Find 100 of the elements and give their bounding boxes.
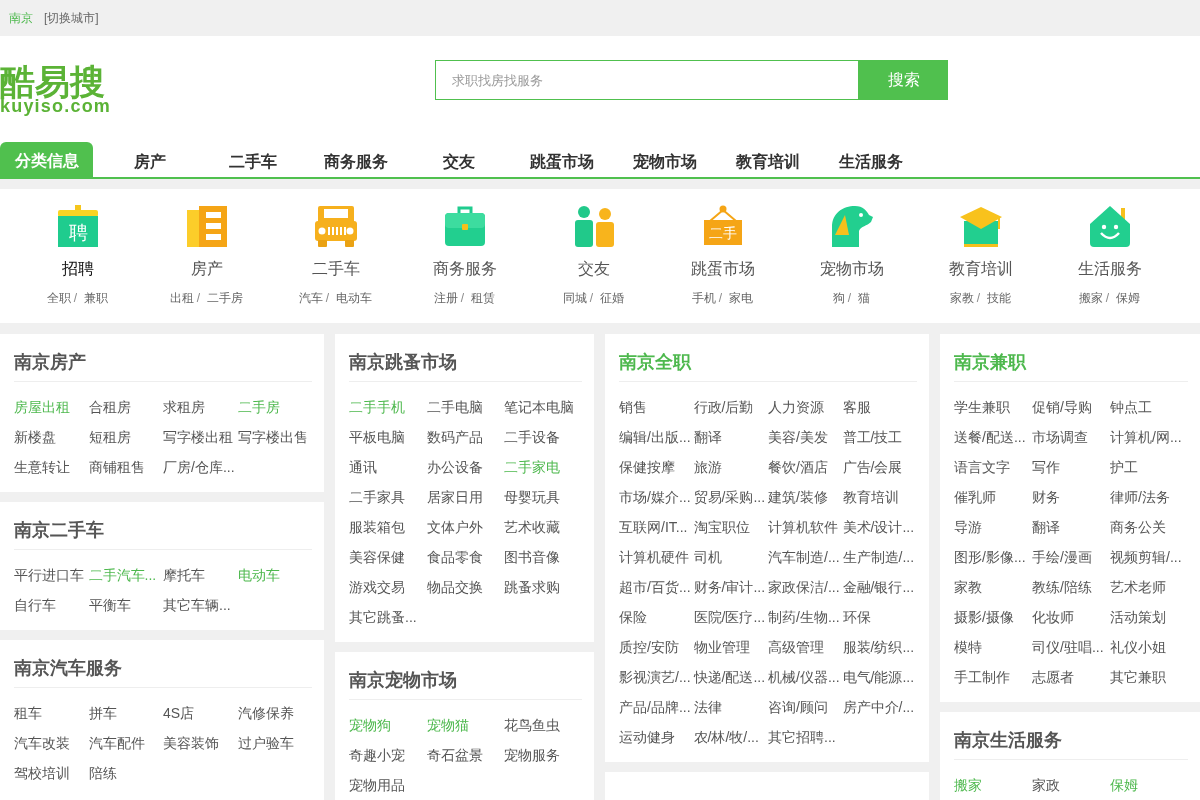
category-link[interactable]: 市场调查 (1032, 429, 1088, 445)
category-link[interactable]: 食品零食 (426, 549, 483, 565)
category-title[interactable]: 跳蛋市场 (690, 258, 755, 280)
category-link[interactable]: 汽车配件 (88, 735, 145, 751)
sub-link[interactable]: 汽车 (298, 289, 323, 307)
category-link[interactable]: 平行进口车 (14, 567, 84, 583)
nav-tab[interactable]: 宠物市场 (613, 142, 716, 177)
category-link[interactable]: 物业管理 (693, 639, 750, 655)
category-link[interactable]: 图形/影像... (954, 549, 1026, 565)
graduation-cap-icon[interactable] (959, 205, 1002, 247)
category-link[interactable]: 艺术收藏 (504, 519, 561, 535)
category-link[interactable]: 律师/法务 (1110, 489, 1170, 505)
category-link[interactable]: 高级管理 (768, 639, 824, 655)
category-title[interactable]: 生活服务 (1077, 258, 1142, 280)
category-link[interactable]: 客服 (842, 399, 871, 415)
nav-tab[interactable]: 商务服务 (304, 142, 407, 177)
category-link[interactable]: 摄影/摄像 (954, 609, 1014, 625)
sub-link[interactable]: 电动车 (336, 289, 373, 307)
category-link[interactable]: 保健按摩 (619, 459, 675, 475)
sub-link[interactable]: 全职 (46, 289, 71, 307)
category-link[interactable]: 写作 (1032, 459, 1060, 475)
category-link[interactable]: 超市/百货... (619, 579, 691, 595)
category-link[interactable]: 农/林/牧/... (693, 729, 759, 745)
sub-link[interactable]: 租赁 (471, 289, 496, 307)
nav-tab[interactable]: 交友 (407, 142, 510, 177)
category-link[interactable]: 手工制作 (954, 669, 1010, 685)
sub-link[interactable]: 同城 (562, 289, 587, 307)
category-link[interactable]: 生产制造/... (842, 549, 915, 565)
sub-link[interactable]: 兼职 (84, 289, 109, 307)
category-link[interactable]: 通讯 (349, 459, 377, 475)
dog-icon[interactable] (830, 205, 873, 247)
category-link[interactable]: 家教 (954, 579, 982, 595)
category-link[interactable]: 宠物服务 (504, 747, 561, 763)
category-link[interactable]: 医院/医疗... (693, 609, 766, 625)
category-link[interactable]: 母婴玩具 (504, 489, 561, 505)
category-link[interactable]: 艺术老师 (1110, 579, 1166, 595)
category-link[interactable]: 贸易/采购... (693, 489, 766, 505)
category-link[interactable]: 求租房 (163, 399, 205, 415)
category-title[interactable]: 二手车 (311, 258, 360, 280)
nav-tab[interactable]: 二手车 (201, 142, 304, 177)
sub-link[interactable]: 二手房 (207, 289, 244, 307)
category-link[interactable]: 市场/媒介... (619, 489, 691, 505)
category-link[interactable]: 编辑/出版... (619, 429, 691, 445)
category-link[interactable]: 居家日用 (426, 489, 483, 505)
category-link[interactable]: 钟点工 (1110, 399, 1152, 415)
category-link[interactable]: 笔记本电脑 (504, 399, 575, 415)
category-title[interactable]: 商务服务 (432, 258, 497, 280)
category-title[interactable]: 房产 (190, 258, 223, 280)
category-link[interactable]: 广告/会展 (842, 459, 903, 475)
category-link[interactable]: 二手电脑 (426, 399, 483, 415)
category-link[interactable]: 自行车 (14, 597, 56, 613)
category-link[interactable]: 运动健身 (619, 729, 675, 745)
category-link[interactable]: 翻译 (1032, 519, 1060, 535)
sub-link[interactable]: 家教 (949, 289, 974, 307)
category-title[interactable]: 招聘 (61, 258, 94, 280)
category-link[interactable]: 陪练 (88, 765, 117, 781)
category-link[interactable]: 平板电脑 (349, 429, 405, 445)
category-link[interactable]: 数码产品 (426, 429, 483, 445)
category-link[interactable]: 房产中介/... (842, 699, 915, 715)
category-link[interactable]: 护工 (1110, 459, 1138, 475)
category-link[interactable]: 视频剪辑/... (1110, 549, 1182, 565)
category-link[interactable]: 奇石盆景 (426, 747, 483, 763)
category-link[interactable]: 快递/配送... (693, 669, 766, 685)
category-link[interactable]: 金融/银行... (842, 579, 915, 595)
category-link[interactable]: 计算机硬件 (619, 549, 689, 565)
category-link[interactable]: 游戏交易 (349, 579, 405, 595)
category-link[interactable]: 生意转让 (14, 459, 70, 475)
category-link[interactable]: 物品交换 (426, 579, 483, 595)
category-link[interactable]: 美术/设计... (842, 519, 915, 535)
category-link[interactable]: 汽修保养 (237, 705, 294, 721)
category-link[interactable]: 其它兼职 (1110, 669, 1166, 685)
category-link[interactable]: 咨询/顾问 (768, 699, 828, 715)
category-link[interactable]: 汽车改装 (14, 735, 70, 751)
sub-link[interactable]: 猫 (858, 289, 871, 307)
category-link[interactable]: 学生兼职 (954, 399, 1010, 415)
category-link[interactable]: 模特 (954, 639, 982, 655)
category-link[interactable]: 租车 (14, 705, 42, 721)
category-link[interactable]: 文体户外 (426, 519, 483, 535)
category-link[interactable]: 奇趣小宠 (349, 747, 405, 763)
category-link[interactable]: 家政 (1032, 777, 1060, 793)
people-icon[interactable] (572, 205, 615, 247)
category-link[interactable]: 过户验车 (237, 735, 294, 751)
category-link[interactable]: 花鸟鱼虫 (504, 717, 561, 733)
category-link[interactable]: 语言文字 (954, 459, 1010, 475)
category-link[interactable]: 新楼盘 (14, 429, 56, 445)
category-link[interactable]: 汽车制造/... (768, 549, 840, 565)
sub-link[interactable]: 保姆 (1116, 289, 1141, 307)
category-link[interactable]: 旅游 (693, 459, 722, 475)
sub-link[interactable]: 搬家 (1078, 289, 1103, 307)
sub-link[interactable]: 注册 (433, 289, 458, 307)
category-link[interactable]: 司机 (693, 549, 722, 565)
category-link[interactable]: 促销/导购 (1032, 399, 1092, 415)
category-link[interactable]: 驾校培训 (14, 765, 70, 781)
category-link[interactable]: 跳蚤求购 (504, 579, 561, 595)
category-link[interactable]: 服装/纺织... (842, 639, 915, 655)
car-icon[interactable] (314, 205, 357, 247)
category-link[interactable]: 其它车辆... (163, 597, 231, 613)
category-link[interactable]: 活动策划 (1110, 609, 1166, 625)
nav-tab[interactable]: 教育培训 (716, 142, 819, 177)
nav-tab[interactable]: 生活服务 (819, 142, 922, 177)
